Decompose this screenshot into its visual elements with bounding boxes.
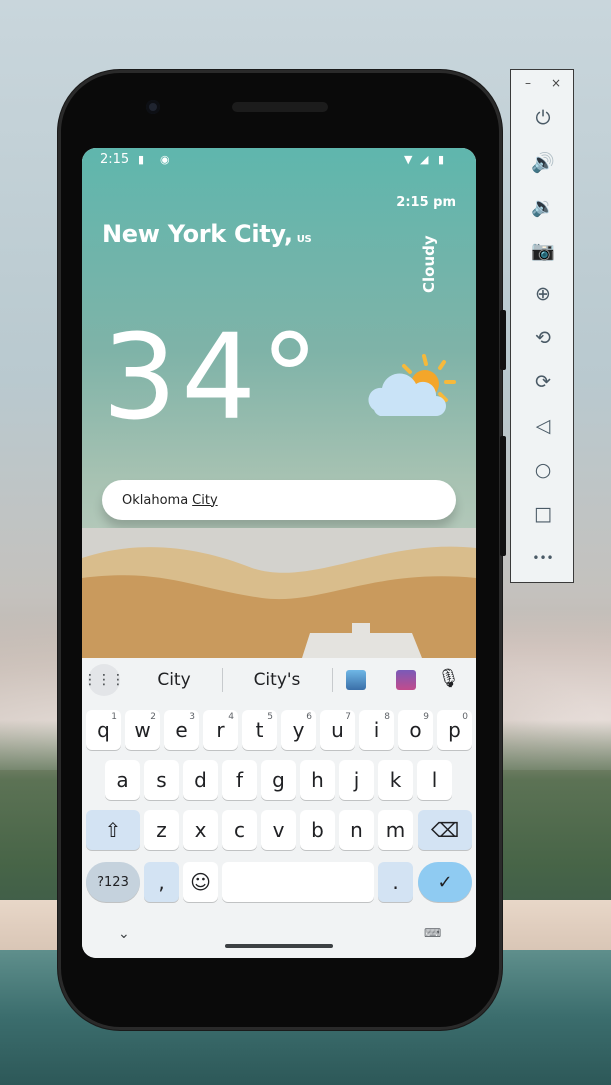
key-s[interactable]: s — [144, 760, 179, 800]
phone-volume-button — [500, 436, 506, 556]
earpiece-speaker — [232, 102, 328, 112]
backspace-key[interactable]: ⌫ — [418, 810, 472, 850]
key-p[interactable]: p0 — [437, 710, 472, 750]
period-key[interactable]: . — [378, 862, 413, 902]
backspace-icon: ⌫ — [430, 818, 460, 842]
space-key[interactable] — [222, 862, 374, 902]
gesture-handle[interactable] — [225, 944, 333, 948]
volume-up-icon[interactable]: 🔊 — [527, 146, 559, 178]
suggestion-2[interactable]: City's — [242, 670, 312, 690]
key-z[interactable]: z — [144, 810, 179, 850]
comma-key[interactable]: , — [144, 862, 179, 902]
power-icon[interactable]: ⏻ — [527, 102, 559, 134]
key-d[interactable]: d — [183, 760, 218, 800]
status-bar: 2:15 ▮ ◉ ▼ ◢ ▮ — [82, 148, 476, 172]
search-text-composing: City — [192, 492, 218, 508]
emulator-toolbar: – × ⏻ 🔊 🔉 📷 ⊕ ⟲ ⟳ ◁ ○ □ ••• — [510, 69, 574, 583]
divider — [332, 668, 333, 692]
volume-down-icon[interactable]: 🔉 — [527, 190, 559, 222]
sticker-suggestion-2-icon[interactable] — [396, 670, 416, 690]
notification-icon: ◉ — [160, 153, 170, 166]
key-j[interactable]: j — [339, 760, 374, 800]
weather-app: 2:15 ▮ ◉ ▼ ◢ ▮ 2:15 pm New York City, US … — [82, 148, 476, 658]
weather-condition: Cloudy — [420, 235, 438, 293]
country-code: US — [296, 234, 312, 245]
checkmark-icon: ✓ — [437, 871, 453, 893]
home-icon[interactable]: ○ — [527, 454, 559, 486]
keyboard-switch-icon[interactable]: ⌨ — [424, 926, 441, 940]
key-h[interactable]: h — [300, 760, 335, 800]
key-f[interactable]: f — [222, 760, 257, 800]
landscape-illustration — [82, 528, 476, 658]
city-name: New York City, US — [102, 220, 312, 248]
smiley-icon: ☺ — [190, 870, 211, 894]
nav-bar: ⌄ ⌨ — [82, 920, 476, 958]
toolbar-window-controls: – × — [511, 76, 573, 92]
key-q[interactable]: q1 — [86, 710, 121, 750]
key-v[interactable]: v — [261, 810, 296, 850]
phone-screen: 2:15 ▮ ◉ ▼ ◢ ▮ 2:15 pm New York City, US … — [82, 148, 476, 958]
divider — [222, 668, 223, 692]
key-g[interactable]: g — [261, 760, 296, 800]
front-camera — [146, 100, 160, 114]
rotate-left-icon[interactable]: ⟲ — [527, 322, 559, 354]
camera-icon[interactable]: 📷 — [527, 234, 559, 266]
keyboard-menu-icon[interactable]: ⋮⋮⋮ — [83, 664, 125, 696]
key-o[interactable]: o9 — [398, 710, 433, 750]
key-n[interactable]: n — [339, 810, 374, 850]
key-b[interactable]: b — [300, 810, 335, 850]
status-time: 2:15 — [100, 152, 130, 167]
battery-icon: ▮ — [438, 153, 445, 166]
emoji-key[interactable]: ☺ — [183, 862, 218, 902]
microphone-icon[interactable]: 🎙 — [437, 668, 460, 689]
key-t[interactable]: t5 — [242, 710, 277, 750]
hide-keyboard-icon[interactable]: ⌄ — [118, 926, 130, 942]
key-l[interactable]: l — [417, 760, 452, 800]
temperature: 34° — [102, 308, 324, 446]
key-k[interactable]: k — [378, 760, 413, 800]
key-u[interactable]: u7 — [320, 710, 355, 750]
city-search-input[interactable]: Oklahoma City — [102, 480, 456, 520]
onscreen-keyboard: ⋮⋮⋮ City City's 🎙 q1 w2 e3 r4 t5 y6 u7 i… — [82, 658, 476, 958]
overview-icon[interactable]: □ — [527, 498, 559, 530]
key-w[interactable]: w2 — [125, 710, 160, 750]
sd-card-icon: ▮ — [138, 153, 145, 166]
suggestion-1[interactable]: City — [144, 670, 204, 690]
key-e[interactable]: e3 — [164, 710, 199, 750]
key-x[interactable]: x — [183, 810, 218, 850]
close-button[interactable]: × — [551, 76, 561, 90]
key-c[interactable]: c — [222, 810, 257, 850]
shift-key[interactable]: ⇧ — [86, 810, 140, 850]
key-y[interactable]: y6 — [281, 710, 316, 750]
key-a[interactable]: a — [105, 760, 140, 800]
minimize-button[interactable]: – — [525, 76, 531, 90]
enter-key[interactable]: ✓ — [418, 862, 472, 902]
key-m[interactable]: m — [378, 810, 413, 850]
suggestion-strip: ⋮⋮⋮ City City's 🎙 — [82, 658, 476, 702]
more-icon[interactable]: ••• — [527, 542, 559, 574]
rotate-right-icon[interactable]: ⟳ — [527, 366, 559, 398]
local-time: 2:15 pm — [396, 195, 456, 210]
city-label: New York City, — [102, 220, 293, 248]
symbols-key[interactable]: ?123 — [86, 862, 140, 902]
key-i[interactable]: i8 — [359, 710, 394, 750]
partly-cloudy-icon — [368, 354, 456, 416]
sticker-suggestion-1-icon[interactable] — [346, 670, 366, 690]
shift-icon: ⇧ — [104, 818, 122, 842]
wifi-icon: ▼ — [404, 153, 413, 166]
phone-power-button — [500, 310, 506, 370]
key-r[interactable]: r4 — [203, 710, 238, 750]
signal-icon: ◢ — [420, 153, 429, 166]
zoom-icon[interactable]: ⊕ — [527, 278, 559, 310]
back-icon[interactable]: ◁ — [527, 410, 559, 442]
search-text: Oklahoma — [122, 492, 189, 508]
